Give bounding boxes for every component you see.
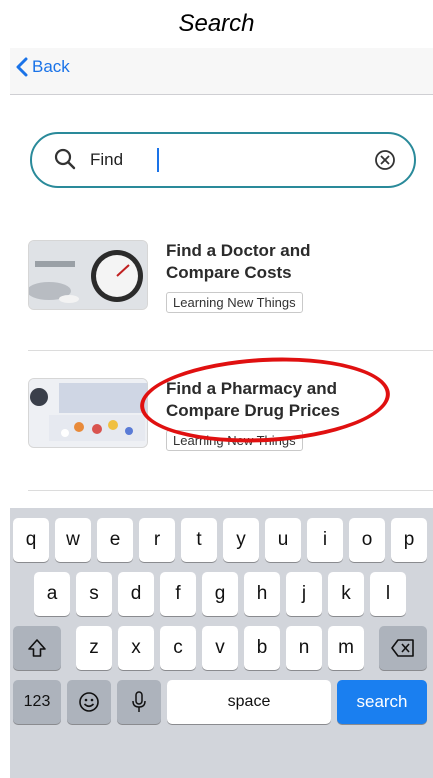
- key-r[interactable]: r: [139, 518, 175, 562]
- key-w[interactable]: w: [55, 518, 91, 562]
- emoji-key[interactable]: [67, 680, 111, 724]
- result-item[interactable]: Find a Pharmacy and Compare Drug Prices …: [28, 378, 433, 458]
- key-c[interactable]: c: [160, 626, 196, 670]
- key-e[interactable]: e: [97, 518, 133, 562]
- key-a[interactable]: a: [34, 572, 70, 616]
- chevron-left-icon: [16, 57, 28, 77]
- numbers-key[interactable]: 123: [13, 680, 61, 724]
- key-n[interactable]: n: [286, 626, 322, 670]
- delete-key[interactable]: [379, 626, 427, 670]
- key-j[interactable]: j: [286, 572, 322, 616]
- back-button[interactable]: Back: [16, 57, 70, 77]
- back-label: Back: [32, 57, 70, 76]
- backspace-icon: [391, 639, 414, 657]
- key-s[interactable]: s: [76, 572, 112, 616]
- key-i[interactable]: i: [307, 518, 343, 562]
- result-item[interactable]: Find a Doctor and Compare Costs Learning…: [28, 240, 433, 320]
- key-h[interactable]: h: [244, 572, 280, 616]
- key-b[interactable]: b: [244, 626, 280, 670]
- nav-bar: Back: [10, 48, 433, 95]
- space-key[interactable]: space: [167, 680, 331, 724]
- key-f[interactable]: f: [160, 572, 196, 616]
- clear-icon[interactable]: [374, 149, 396, 171]
- microphone-icon: [132, 691, 146, 712]
- result-thumbnail: [28, 378, 148, 448]
- app-screen: Back Find a Doc: [10, 48, 433, 778]
- text-cursor: [157, 148, 159, 172]
- key-z[interactable]: z: [76, 626, 112, 670]
- shift-icon: [28, 639, 46, 657]
- keyboard: q w e r t y u i o p a s d f g h j k l z …: [10, 508, 433, 778]
- key-l[interactable]: l: [370, 572, 406, 616]
- key-v[interactable]: v: [202, 626, 238, 670]
- key-p[interactable]: p: [391, 518, 427, 562]
- key-d[interactable]: d: [118, 572, 154, 616]
- result-thumbnail: [28, 240, 148, 310]
- divider: [28, 350, 433, 351]
- key-o[interactable]: o: [349, 518, 385, 562]
- search-field[interactable]: [30, 132, 416, 188]
- dictation-key[interactable]: [117, 680, 161, 724]
- search-icon: [54, 148, 76, 170]
- key-y[interactable]: y: [223, 518, 259, 562]
- divider: [28, 490, 433, 491]
- emoji-icon: [79, 692, 99, 712]
- key-t[interactable]: t: [181, 518, 217, 562]
- screenshot-caption: Search: [178, 10, 255, 37]
- key-g[interactable]: g: [202, 572, 238, 616]
- result-title: Find a Doctor and Compare Costs: [166, 241, 311, 282]
- search-input[interactable]: [90, 146, 340, 174]
- category-tag[interactable]: Learning New Things: [166, 292, 303, 313]
- shift-key[interactable]: [13, 626, 61, 670]
- search-key[interactable]: search: [337, 680, 427, 724]
- key-x[interactable]: x: [118, 626, 154, 670]
- key-k[interactable]: k: [328, 572, 364, 616]
- category-tag[interactable]: Learning New Things: [166, 430, 303, 451]
- result-title: Find a Pharmacy and Compare Drug Prices: [166, 379, 340, 420]
- key-q[interactable]: q: [13, 518, 49, 562]
- key-m[interactable]: m: [328, 626, 364, 670]
- key-u[interactable]: u: [265, 518, 301, 562]
